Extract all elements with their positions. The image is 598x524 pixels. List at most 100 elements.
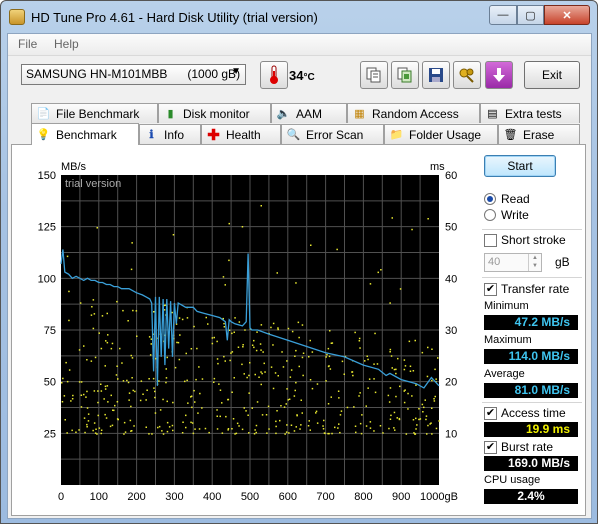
start-button[interactable]: Start	[484, 155, 556, 177]
access-time-point	[172, 401, 174, 404]
access-time-point	[79, 302, 82, 304]
access-time-point	[403, 368, 406, 371]
access-time-point	[234, 317, 236, 319]
tab-folder-usage[interactable]: 📁 Folder Usage	[384, 124, 498, 144]
tab-random-access[interactable]: ▦ Random Access	[347, 103, 480, 123]
tab-extra-tests[interactable]: ▤ Extra tests	[480, 103, 580, 123]
access-time-point	[86, 390, 88, 393]
copy-screenshot-button[interactable]	[391, 61, 419, 89]
maximum-label: Maximum	[484, 334, 532, 346]
access-time-point	[91, 306, 93, 308]
access-time-point	[126, 379, 128, 382]
access-time-point	[295, 426, 297, 428]
access-time-point	[260, 383, 262, 386]
access-time-point	[242, 346, 244, 348]
tab-health[interactable]: ✚ Health	[201, 124, 281, 144]
tab-aam[interactable]: 🔈 AAM	[271, 103, 347, 123]
menu-help[interactable]: Help	[54, 37, 79, 51]
access-time-point	[228, 259, 230, 262]
access-time-checkbox[interactable]: ✔	[484, 407, 497, 420]
access-time-point	[408, 340, 411, 343]
access-time-point	[70, 400, 72, 402]
tab-disk-monitor[interactable]: ▮ Disk monitor	[158, 103, 271, 123]
tab-erase[interactable]: 🗑 Erase	[498, 124, 580, 144]
access-time-point	[276, 272, 278, 274]
maximize-button[interactable]: ▢	[517, 5, 544, 25]
chart-grid	[61, 175, 439, 485]
access-time-point	[217, 362, 219, 365]
save-button[interactable]	[422, 61, 450, 89]
read-radio[interactable]	[484, 193, 496, 205]
access-time-point	[140, 380, 143, 382]
tab-file-benchmark[interactable]: 📄 File Benchmark	[31, 103, 158, 123]
info-icon: ℹ	[149, 129, 154, 141]
y-right-tick-label: 30	[445, 325, 457, 337]
exit-button[interactable]: Exit	[524, 61, 580, 89]
tab-benchmark[interactable]: 💡 Benchmark	[31, 123, 139, 145]
transfer-rate-label: Transfer rate	[501, 282, 570, 296]
access-time-point	[358, 337, 361, 340]
copy-text-button[interactable]	[360, 61, 388, 89]
x-tick-label: 1000gB	[420, 491, 458, 503]
access-time-point	[434, 395, 436, 398]
access-time-point	[275, 425, 277, 428]
access-time-point	[95, 428, 97, 430]
access-time-point	[68, 369, 71, 371]
access-time-point	[279, 419, 281, 422]
stroke-size-spinner[interactable]: 40 ▲ ▼	[484, 253, 542, 272]
access-time-point	[277, 328, 279, 331]
access-time-point	[297, 321, 300, 324]
access-time-point	[78, 429, 80, 431]
access-time-point	[233, 331, 235, 333]
options-button[interactable]	[453, 61, 481, 89]
spinner-arrows-icon[interactable]: ▲ ▼	[528, 254, 541, 271]
access-time-point	[346, 406, 349, 409]
minimize-button[interactable]: —	[489, 5, 517, 25]
access-time-point	[245, 410, 247, 412]
close-button[interactable]: ✕	[544, 5, 590, 25]
access-time-point	[216, 409, 218, 411]
access-time-point	[331, 342, 334, 344]
speaker-icon: 🔈	[276, 108, 291, 120]
down-arrow-icon	[493, 68, 505, 82]
access-time-point	[293, 395, 296, 397]
burst-rate-checkbox[interactable]: ✔	[484, 441, 497, 454]
menu-file[interactable]: File	[18, 37, 37, 51]
access-time-point	[287, 327, 290, 330]
access-time-point	[254, 373, 256, 376]
access-time-point	[365, 425, 368, 427]
access-time-point	[316, 383, 319, 385]
update-button[interactable]	[485, 61, 513, 89]
short-stroke-checkbox[interactable]	[484, 234, 497, 247]
tab-info[interactable]: ℹ Info	[139, 124, 201, 144]
access-time-point	[430, 422, 432, 424]
access-time-point	[75, 431, 77, 433]
transfer-rate-checkbox[interactable]: ✔	[484, 283, 497, 296]
write-radio[interactable]	[484, 209, 496, 221]
access-time-point	[168, 426, 171, 428]
drive-select[interactable]: SAMSUNG HN-M101MBB (1000 gB) ▼	[21, 64, 246, 85]
access-time-point	[242, 344, 244, 346]
thermometer-button[interactable]	[260, 61, 288, 89]
access-time-point	[232, 418, 235, 420]
access-time-point	[309, 379, 312, 381]
access-time-point	[302, 374, 304, 377]
access-time-point	[208, 431, 210, 434]
access-time-point	[425, 418, 427, 421]
x-tick-label: 400	[203, 491, 221, 503]
access-time-point	[201, 407, 203, 409]
access-time-point	[412, 370, 415, 372]
access-time-point	[358, 395, 360, 397]
access-time-point	[263, 362, 265, 365]
access-time-point	[107, 334, 109, 336]
access-time-point	[86, 359, 88, 361]
access-time-point	[142, 393, 144, 395]
access-time-point	[286, 424, 288, 426]
tab-error-scan[interactable]: 🔍 Error Scan	[281, 124, 384, 144]
access-time-point	[154, 390, 156, 393]
access-time-point	[184, 380, 186, 383]
access-time-point	[164, 304, 166, 306]
access-time-point	[223, 322, 225, 325]
title-bar[interactable]: HD Tune Pro 4.61 - Hard Disk Utility (tr…	[1, 1, 597, 33]
access-time-point	[266, 432, 268, 434]
